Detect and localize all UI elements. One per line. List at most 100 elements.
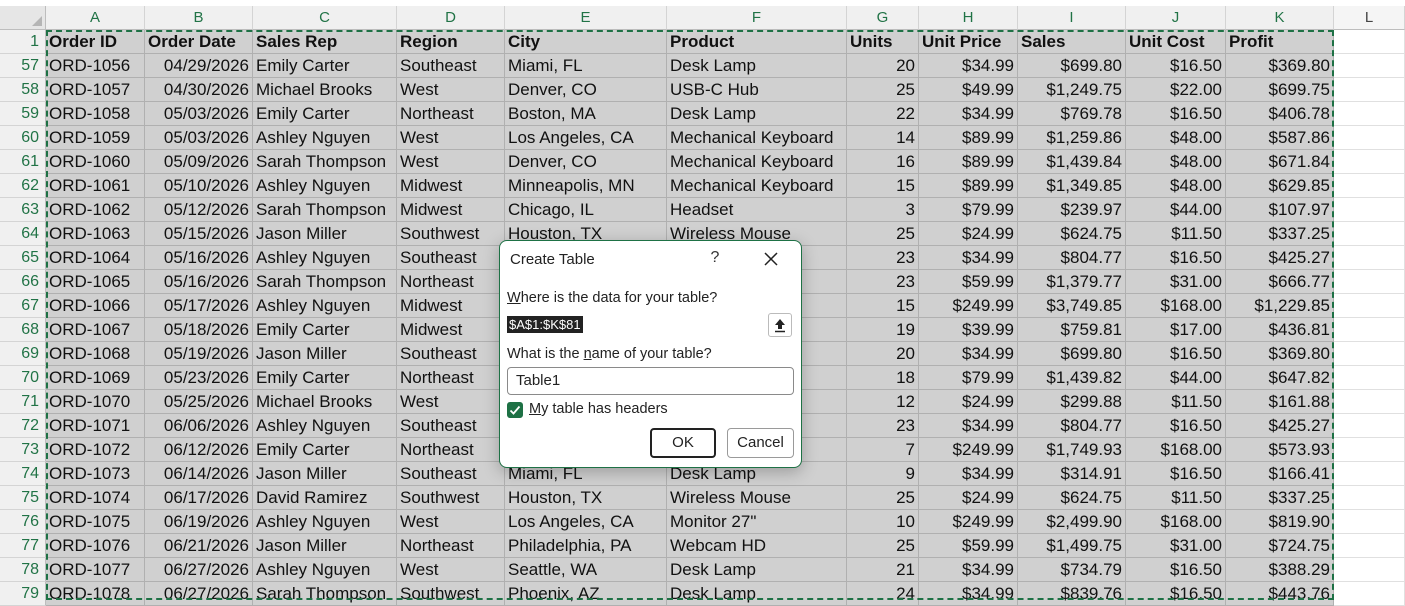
table-cell[interactable]: ORD-1070 (46, 390, 145, 414)
table-cell[interactable]: $16.50 (1126, 342, 1226, 366)
table-cell[interactable]: $819.90 (1226, 510, 1334, 534)
table-cell[interactable]: 06/06/2026 (145, 414, 253, 438)
table-cell[interactable] (1334, 462, 1405, 486)
table-cell[interactable]: Mechanical Keyboard (667, 150, 847, 174)
ok-button[interactable]: OK (650, 428, 716, 458)
table-cell[interactable]: 23 (847, 246, 919, 270)
table-cell[interactable]: $804.77 (1018, 246, 1126, 270)
table-cell[interactable]: Mechanical Keyboard (667, 126, 847, 150)
table-cell[interactable]: $249.99 (919, 438, 1018, 462)
column-header-f[interactable]: F (667, 6, 847, 30)
table-cell[interactable]: $16.50 (1126, 414, 1226, 438)
table-cell[interactable]: Mechanical Keyboard (667, 174, 847, 198)
table-cell[interactable]: $425.27 (1226, 246, 1334, 270)
table-cell[interactable]: ORD-1062 (46, 198, 145, 222)
table-cell[interactable]: 05/18/2026 (145, 318, 253, 342)
table-cell[interactable]: Seattle, WA (505, 558, 667, 582)
table-cell[interactable]: 05/23/2026 (145, 366, 253, 390)
table-cell[interactable]: $89.99 (919, 150, 1018, 174)
table-cell[interactable]: Sarah Thompson (253, 198, 397, 222)
row-header-68[interactable]: 68 (0, 318, 46, 342)
table-cell[interactable]: Emily Carter (253, 102, 397, 126)
table-cell[interactable]: Jason Miller (253, 462, 397, 486)
table-cell[interactable]: Northeast (397, 102, 505, 126)
table-cell[interactable]: 25 (847, 78, 919, 102)
table-cell[interactable]: 19 (847, 318, 919, 342)
table-cell[interactable] (1334, 174, 1405, 198)
table-cell[interactable]: $337.25 (1226, 222, 1334, 246)
table-cell[interactable]: $369.80 (1226, 54, 1334, 78)
table-cell[interactable]: Minneapolis, MN (505, 174, 667, 198)
table-cell[interactable]: 23 (847, 414, 919, 438)
table-cell[interactable]: $666.77 (1226, 270, 1334, 294)
table-cell[interactable]: Ashley Nguyen (253, 414, 397, 438)
table-cell[interactable]: $89.99 (919, 126, 1018, 150)
table-cell[interactable]: Webcam HD (667, 534, 847, 558)
column-header-a[interactable]: A (46, 6, 145, 30)
header-cell[interactable] (1334, 30, 1405, 54)
table-cell[interactable]: $587.86 (1226, 126, 1334, 150)
table-cell[interactable]: 05/09/2026 (145, 150, 253, 174)
table-cell[interactable]: $89.99 (919, 174, 1018, 198)
table-cell[interactable]: Northeast (397, 270, 505, 294)
row-header-78[interactable]: 78 (0, 558, 46, 582)
table-cell[interactable] (1334, 414, 1405, 438)
table-cell[interactable]: $443.76 (1226, 582, 1334, 606)
table-cell[interactable]: $107.97 (1226, 198, 1334, 222)
table-cell[interactable]: $44.00 (1126, 198, 1226, 222)
table-cell[interactable] (1334, 366, 1405, 390)
table-cell[interactable]: $34.99 (919, 54, 1018, 78)
row-header-79[interactable]: 79 (0, 582, 46, 606)
table-cell[interactable]: $11.50 (1126, 486, 1226, 510)
table-cell[interactable]: $699.75 (1226, 78, 1334, 102)
close-button[interactable] (760, 248, 782, 270)
table-cell[interactable] (1334, 150, 1405, 174)
table-cell[interactable]: $44.00 (1126, 366, 1226, 390)
headers-checkbox-label[interactable]: My table has headers (529, 401, 668, 417)
table-cell[interactable]: $16.50 (1126, 462, 1226, 486)
table-cell[interactable]: 05/16/2026 (145, 246, 253, 270)
table-cell[interactable]: ORD-1069 (46, 366, 145, 390)
table-cell[interactable]: $11.50 (1126, 390, 1226, 414)
table-cell[interactable]: 15 (847, 174, 919, 198)
table-cell[interactable]: $34.99 (919, 342, 1018, 366)
header-cell[interactable]: Profit (1226, 30, 1334, 54)
table-cell[interactable]: $369.80 (1226, 342, 1334, 366)
table-cell[interactable]: Southwest (397, 222, 505, 246)
table-cell[interactable]: Ashley Nguyen (253, 510, 397, 534)
table-cell[interactable]: Desk Lamp (667, 582, 847, 606)
table-cell[interactable]: 06/27/2026 (145, 582, 253, 606)
table-cell[interactable]: ORD-1058 (46, 102, 145, 126)
table-cell[interactable]: ORD-1060 (46, 150, 145, 174)
table-cell[interactable]: 05/25/2026 (145, 390, 253, 414)
collapse-dialog-button[interactable] (768, 313, 792, 337)
header-cell[interactable]: Unit Price (919, 30, 1018, 54)
table-cell[interactable]: Jason Miller (253, 222, 397, 246)
table-cell[interactable]: ORD-1067 (46, 318, 145, 342)
table-cell[interactable]: $573.93 (1226, 438, 1334, 462)
table-cell[interactable]: $239.97 (1018, 198, 1126, 222)
table-cell[interactable]: 20 (847, 54, 919, 78)
table-cell[interactable]: $759.81 (1018, 318, 1126, 342)
table-cell[interactable]: 06/17/2026 (145, 486, 253, 510)
table-cell[interactable]: Philadelphia, PA (505, 534, 667, 558)
table-cell[interactable]: $79.99 (919, 198, 1018, 222)
table-cell[interactable]: $624.75 (1018, 486, 1126, 510)
row-header-73[interactable]: 73 (0, 438, 46, 462)
header-cell[interactable]: Region (397, 30, 505, 54)
table-cell[interactable]: Southeast (397, 342, 505, 366)
header-cell[interactable]: Sales (1018, 30, 1126, 54)
table-cell[interactable]: $16.50 (1126, 54, 1226, 78)
table-cell[interactable]: $647.82 (1226, 366, 1334, 390)
table-cell[interactable]: Emily Carter (253, 54, 397, 78)
column-header-g[interactable]: G (847, 6, 919, 30)
table-cell[interactable]: $406.78 (1226, 102, 1334, 126)
table-cell[interactable]: $839.76 (1018, 582, 1126, 606)
headers-checkbox[interactable] (507, 402, 523, 418)
table-cell[interactable]: Michael Brooks (253, 390, 397, 414)
table-cell[interactable]: $1,499.75 (1018, 534, 1126, 558)
table-cell[interactable]: $24.99 (919, 222, 1018, 246)
column-header-c[interactable]: C (253, 6, 397, 30)
row-header-71[interactable]: 71 (0, 390, 46, 414)
row-header-67[interactable]: 67 (0, 294, 46, 318)
